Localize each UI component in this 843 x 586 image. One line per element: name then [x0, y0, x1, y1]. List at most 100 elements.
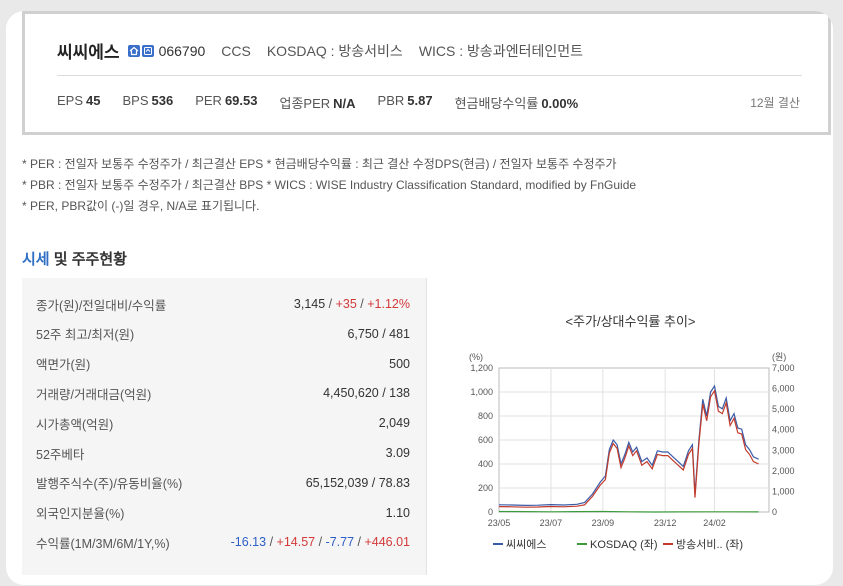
stat-value: 536: [151, 93, 174, 108]
stat-value: 0.00%: [541, 96, 579, 111]
row-value: 3,145 / +35 / +1.12%: [294, 297, 410, 311]
value-part: 4,450,620 / 138: [323, 386, 410, 401]
stat-label: BPS: [122, 93, 149, 108]
row-value: 1.10: [386, 506, 410, 520]
value-part: 1.10: [385, 505, 410, 520]
legend-label: 씨씨에스: [506, 538, 546, 551]
section-title-rest: 및 주주현황: [49, 251, 127, 268]
value-part: 500: [389, 356, 410, 371]
stat-value: N/A: [333, 96, 356, 111]
stat-value: 69.53: [224, 93, 258, 108]
row-label: 거래량/거래대금(억원): [36, 387, 152, 402]
row-label: 발행주식수(주)/유동비율(%): [36, 477, 183, 492]
table-row: 거래량/거래대금(억원) 4,450,620 / 138: [22, 378, 426, 408]
stat-label: EPS: [57, 93, 84, 108]
stat-value: 45: [86, 93, 101, 108]
y-right-tick-label: 5,000: [772, 404, 795, 414]
value-part: 3.09: [385, 446, 410, 460]
quote-table: 종가(원)/전일대비/수익률 3,145 / +35 / +1.12% 52주 최고…: [22, 278, 426, 575]
value-part: 6,750 / 481: [347, 326, 410, 341]
info-divider: [57, 75, 802, 76]
row-value: 500: [389, 357, 410, 371]
y-left-tick-label: 0: [488, 507, 493, 517]
stat-label: 업종PER: [279, 96, 331, 111]
value-part: 3,145: [293, 297, 326, 311]
price-chart-panel: <주가/상대수익률 추이> 1,200 1,000 800 600 400 200 0 7,0…: [426, 278, 833, 575]
row-label: 52주베타: [36, 447, 85, 462]
stat-label: PER: [195, 93, 222, 108]
y-right-tick-label: 6,000: [772, 384, 795, 394]
company-english-name: CCS: [221, 42, 251, 59]
y-left-tick-label: 600: [478, 435, 493, 445]
row-label: 외국인지분율(%): [36, 507, 125, 522]
valuation-stats: EPS 45 BPS 536 PER 69.53 업종PER N/A PBR 5.87 현금배당수익…: [57, 93, 600, 112]
value-part: /: [354, 535, 365, 550]
y-right-tick-label: 3,000: [772, 445, 795, 455]
value-part: /: [325, 297, 336, 311]
home-icon[interactable]: [127, 44, 140, 57]
row-label: 종가(원)/전일대비/수익률: [36, 298, 167, 313]
value-part: +446.01: [364, 535, 410, 550]
company-name-row: 씨씨에스 066790 CCS KOSDAQ : 방송서비스 WICS : 방송…: [57, 38, 599, 63]
footnotes: * PER : 전일자 보통주 수정주가 / 최근결산 EPS * 현금배당수익…: [22, 154, 636, 217]
table-row: 수익률(1M/3M/6M/1Y,%) -16.13 / +14.57 / -7.7…: [22, 527, 426, 557]
y-right-tick-label: 1,000: [772, 486, 795, 496]
row-label: 수익률(1M/3M/6M/1Y,%): [36, 536, 170, 551]
row-label: 52주 최고/최저(원): [36, 328, 135, 343]
stat-item: 현금배당수익률 0.00%: [455, 93, 579, 112]
value-part: /: [315, 535, 326, 550]
series-line-1: [498, 510, 759, 513]
legend-label: KOSDAQ (좌): [590, 538, 658, 551]
value-part: +1.12%: [367, 297, 410, 311]
stat-item: PBR 5.87: [378, 93, 433, 112]
row-label: 시가총액(억원): [36, 417, 114, 432]
table-row: 액면가(원) 500: [22, 349, 426, 379]
y-right-tick-label: 7,000: [772, 363, 795, 373]
stat-item: BPS 536: [122, 93, 173, 112]
value-part: /: [356, 297, 368, 311]
settlement-month: 12월 결산: [750, 96, 800, 110]
x-tick-label: 24/02: [703, 518, 726, 528]
price-chart: 1,200 1,000 800 600 400 200 0 7,000 6,000 5,000 4,…: [469, 352, 795, 551]
y-left-tick-label: 1,000: [470, 387, 493, 397]
market-sector: KOSDAQ : 방송서비스: [266, 42, 403, 59]
y-right-tick-label: 4,000: [772, 425, 795, 435]
company-info-box: 씨씨에스 066790 CCS KOSDAQ : 방송서비스 WICS : 방송…: [22, 11, 831, 135]
stat-item: PER 69.53: [195, 93, 257, 112]
wics-sector: WICS : 방송과엔터테인먼트: [418, 42, 583, 59]
table-row: 52주 최고/최저(원) 6,750 / 481: [22, 319, 426, 349]
home-icon-outline[interactable]: [141, 44, 154, 57]
value-part: 2,049: [378, 416, 410, 431]
y-left-tick-label: 1,200: [470, 363, 493, 373]
value-part: -16.13: [230, 535, 267, 550]
y-left-unit: (%): [469, 352, 483, 362]
value-part: 65,152,039 / 78.83: [305, 475, 410, 490]
x-tick-label: 23/12: [654, 518, 677, 528]
stat-label: 현금배당수익률: [454, 96, 539, 111]
row-value: 65,152,039 / 78.83: [306, 476, 410, 490]
row-label: 액면가(원): [36, 358, 91, 373]
stat-item: 업종PER N/A: [279, 93, 355, 112]
y-left-tick-label: 200: [478, 483, 493, 493]
footnote: * PBR : 전일자 보통주 수정주가 / 최근결산 BPS * WICS :…: [22, 178, 637, 192]
row-value: 3.09: [386, 446, 410, 460]
stock-code: 066790: [158, 42, 206, 59]
stat-label: PBR: [377, 93, 405, 108]
value-part: +35: [335, 297, 357, 311]
x-tick-label: 23/09: [592, 518, 615, 528]
section-title-accent: 시세: [22, 251, 50, 268]
row-value: 4,450,620 / 138: [323, 386, 410, 400]
value-part: -7.77: [325, 535, 355, 550]
table-row: 시가총액(억원) 2,049: [22, 408, 426, 438]
x-tick-label: 23/07: [540, 518, 563, 528]
value-part: +14.57: [276, 535, 316, 550]
table-row: 종가(원)/전일대비/수익률 3,145 / +35 / +1.12%: [22, 289, 426, 319]
section-title: 시세 및 주주현황: [22, 248, 127, 269]
y-right-unit: (원): [772, 352, 786, 362]
row-value: -16.13 / +14.57 / -7.77 / +446.01: [231, 535, 410, 549]
table-row: 52주베타 3.09: [22, 438, 426, 468]
y-right-tick-label: 0: [772, 507, 777, 517]
stock-overview-card: 씨씨에스 066790 CCS KOSDAQ : 방송서비스 WICS : 방송…: [6, 11, 833, 585]
y-right-tick-label: 2,000: [772, 466, 795, 476]
stat-value: 5.87: [407, 93, 433, 108]
